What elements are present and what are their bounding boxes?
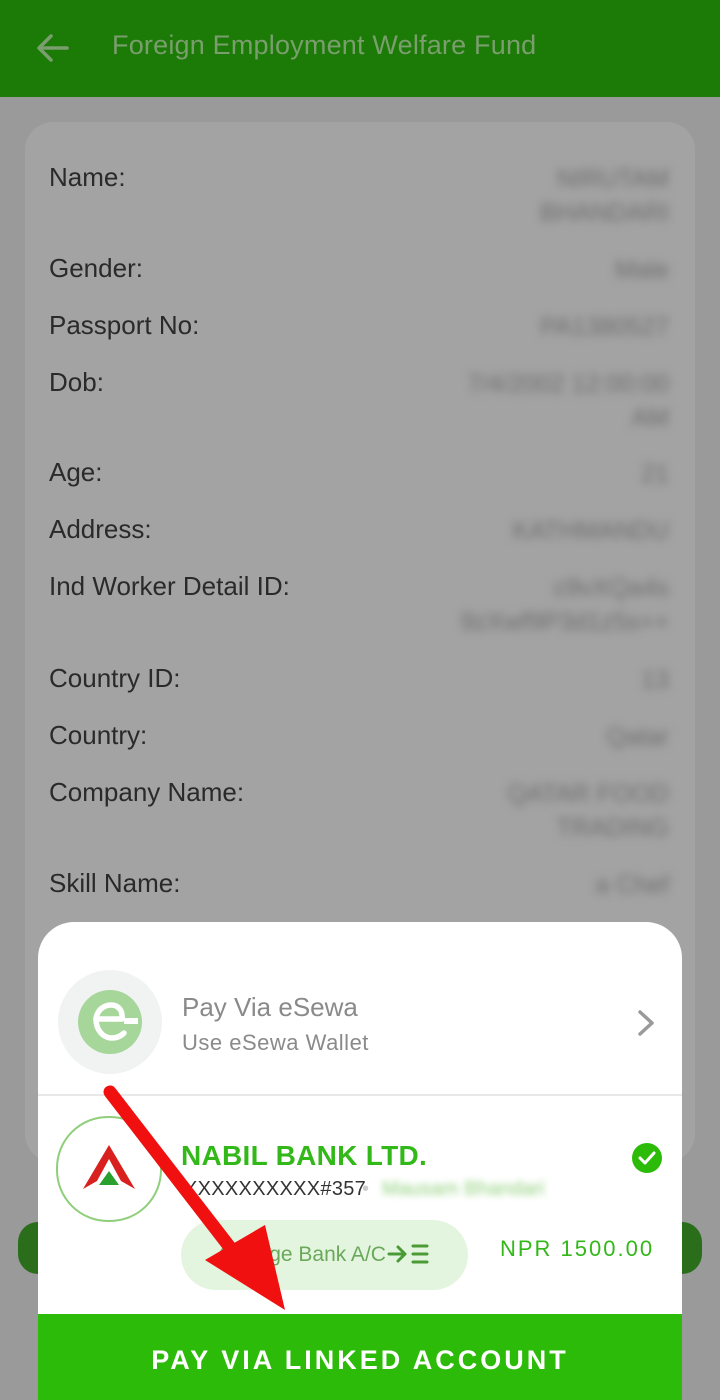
detail-value: 13 (641, 666, 669, 694)
detail-label: Ind Worker Detail ID: (49, 571, 290, 601)
detail-value: Qatar (606, 723, 669, 751)
app-bar: Foreign Employment Welfare Fund (0, 0, 720, 97)
bank-name: NABIL BANK LTD. (181, 1140, 428, 1171)
esewa-logo (58, 970, 162, 1074)
esewa-logo-icon (78, 990, 142, 1054)
switch-arrow-icon (387, 1244, 429, 1264)
page-title: Foreign Employment Welfare Fund (112, 30, 537, 60)
chevron-right-icon (638, 1010, 654, 1036)
nabil-bank-logo-icon (83, 1145, 135, 1189)
change-bank-label: Change Bank A/C (219, 1243, 386, 1266)
change-bank-account-button[interactable]: Change Bank A/C (181, 1220, 468, 1290)
detail-value: NIRUTAM BHANDARI (539, 165, 669, 227)
detail-label: Gender: (49, 253, 143, 283)
detail-value: KATHMANDU (512, 517, 669, 545)
detail-label: Country: (49, 720, 148, 750)
pay-button-label: PAY VIA LINKED ACCOUNT (151, 1345, 569, 1375)
bank-logo (56, 1116, 162, 1222)
detail-value: a Chef (595, 871, 669, 899)
detail-value: QATAR FOOD TRADING (507, 780, 669, 842)
payment-amount: NPR 1500.00 (500, 1236, 655, 1261)
detail-label: Passport No: (49, 310, 200, 340)
detail-value: 7/4/2002 12:00:00 AM (467, 370, 669, 432)
detail-value: c9vXQa4s 9zXwf9P3d1z5s++ (460, 574, 669, 636)
detail-value: PA1380527 (540, 313, 669, 341)
detail-label: Age: (49, 457, 103, 487)
detail-label: Country ID: (49, 663, 181, 693)
detail-label: Skill Name: (49, 868, 181, 898)
divider (38, 1094, 682, 1096)
arrow-left-icon (37, 34, 69, 62)
back-button[interactable] (30, 28, 74, 68)
account-number: XXXXXXXXXX#357 (184, 1178, 367, 1200)
detail-label: Name: (49, 162, 126, 192)
pay-via-linked-account-button[interactable]: PAY VIA LINKED ACCOUNT (38, 1314, 682, 1400)
detail-label: Address: (49, 514, 152, 544)
pay-via-esewa-option[interactable]: Pay Via eSewa Use eSewa Wallet (38, 922, 682, 1094)
detail-label: Company Name: (49, 777, 245, 807)
detail-label: Dob: (49, 367, 104, 397)
check-circle-icon (632, 1143, 662, 1173)
detail-value: 21 (641, 460, 669, 488)
esewa-option-subtitle: Use eSewa Wallet (182, 1030, 369, 1055)
payment-bottom-sheet: Pay Via eSewa Use eSewa Wallet NABIL BAN… (38, 922, 682, 1400)
account-holder-name: Mausam Bhandari (382, 1178, 545, 1200)
detail-value: Male (614, 256, 669, 284)
esewa-option-title: Pay Via eSewa (182, 992, 358, 1022)
separator-dot: • (362, 1178, 370, 1200)
